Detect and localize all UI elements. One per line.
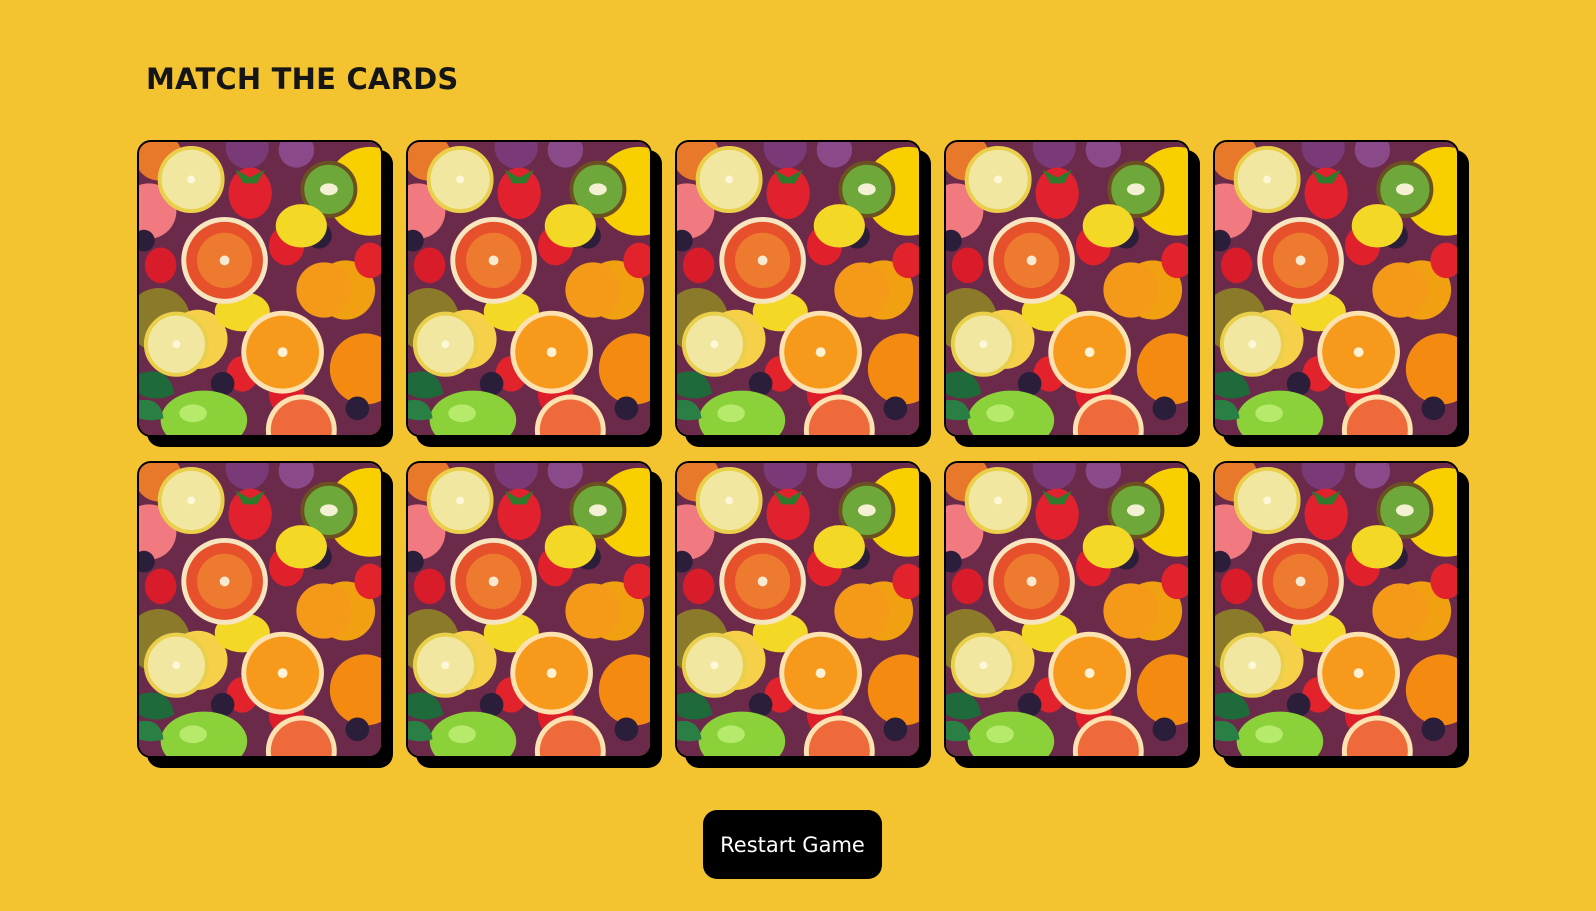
card-5[interactable] — [1213, 140, 1459, 437]
fruit-pattern-image — [946, 142, 1188, 435]
page-title: MATCH THE CARDS — [146, 62, 459, 96]
card-9[interactable] — [944, 461, 1190, 758]
card-4[interactable] — [944, 140, 1190, 437]
fruit-pattern-image — [677, 463, 919, 756]
restart-game-button[interactable]: Restart Game — [703, 810, 882, 879]
fruit-pattern-image — [408, 463, 650, 756]
card-1[interactable] — [137, 140, 383, 437]
game-screen: MATCH THE CARDS Restart Game — [0, 0, 1596, 911]
fruit-pattern-image — [139, 463, 381, 756]
fruit-pattern-image — [139, 142, 381, 435]
card-grid — [137, 140, 1459, 758]
card-3[interactable] — [675, 140, 921, 437]
fruit-pattern-image — [1215, 142, 1457, 435]
fruit-pattern-image — [946, 463, 1188, 756]
fruit-pattern-image — [1215, 463, 1457, 756]
card-8[interactable] — [675, 461, 921, 758]
card-10[interactable] — [1213, 461, 1459, 758]
card-6[interactable] — [137, 461, 383, 758]
card-2[interactable] — [406, 140, 652, 437]
fruit-pattern-image — [408, 142, 650, 435]
card-7[interactable] — [406, 461, 652, 758]
fruit-pattern-image — [677, 142, 919, 435]
